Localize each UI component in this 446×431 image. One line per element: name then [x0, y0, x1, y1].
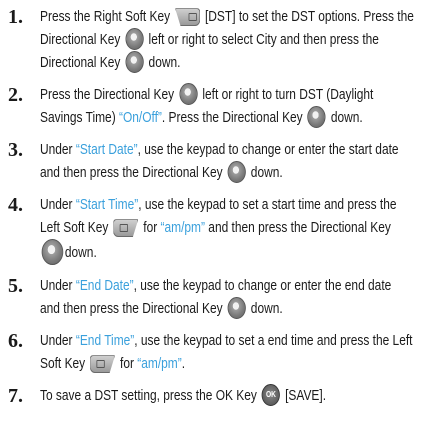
step-text-line: and then press the Directional Key down.	[40, 161, 374, 185]
directional-key-icon	[125, 28, 144, 51]
directional-key-icon	[227, 297, 246, 320]
highlighted-term: “Start Time”	[75, 197, 139, 213]
highlighted-term: “On/Off”	[118, 110, 162, 126]
step-text: [SAVE].	[281, 388, 327, 404]
step-text: for	[116, 356, 138, 372]
step-text-line: Savings Time) “On/Off”. Press the Direct…	[40, 106, 374, 130]
step-text: Press the Right Soft Key	[40, 9, 174, 25]
step-text: and then press the Directional Key	[204, 220, 391, 236]
step-text-line: Soft Key for “am/pm”.	[40, 353, 374, 376]
step-text: down.	[64, 244, 97, 261]
instruction-list: 1. Press the Right Soft Key [DST] to set …	[0, 6, 446, 408]
step-text: , use the keypad to set a start time and…	[138, 197, 397, 213]
step-text: left or right to select City and then pr…	[145, 32, 379, 48]
step-text-line: Under “Start Date”, use the keypad to ch…	[40, 139, 399, 162]
left-soft-key-icon	[90, 355, 116, 374]
step-text: Savings Time)	[40, 110, 119, 126]
step-text: . Press the Directional Key	[161, 110, 306, 126]
step-text-line: Directional Key left or right to select …	[40, 28, 379, 52]
step-text: Soft Key	[40, 356, 89, 372]
step-item: 2. Press the Directional Key left or righ…	[0, 83, 446, 130]
highlighted-term: “End Date”	[75, 278, 134, 294]
step-text: down.	[145, 55, 181, 71]
step-number: 5.	[8, 275, 23, 297]
directional-key-icon	[227, 161, 246, 184]
step-item: 1. Press the Right Soft Key [DST] to set …	[0, 6, 446, 75]
step-number: 3.	[8, 139, 23, 161]
directional-key-icon-large	[41, 239, 64, 265]
step-text-line: down.	[40, 239, 374, 266]
step-text: and then press the Directional Key	[40, 301, 226, 317]
step-text-line: and then press the Directional Key down.	[40, 297, 374, 321]
step-text: Left Soft Key	[40, 220, 112, 236]
step-item: 6. Under “End Time”, use the keypad to se…	[0, 330, 446, 376]
step-text-line: Press the Directional Key left or right …	[40, 83, 374, 107]
step-text: Directional Key	[40, 55, 124, 71]
step-text: and then press the Directional Key	[40, 165, 226, 181]
directional-key-icon	[307, 106, 326, 129]
step-item: 5. Under “End Date”, use the keypad to ch…	[0, 275, 446, 321]
step-text: , use the keypad to change or enter the …	[133, 278, 392, 294]
highlighted-term: “am/pm”	[160, 220, 205, 236]
step-text-line: Under “Start Time”, use the keypad to se…	[40, 194, 397, 217]
step-text-line: Under “End Date”, use the keypad to chan…	[40, 275, 391, 298]
step-text: To save a DST setting, press the OK Key	[40, 388, 261, 404]
step-text: Under	[40, 333, 76, 349]
step-text: , use the keypad to change or enter the …	[137, 142, 399, 158]
right-soft-key-icon	[175, 8, 201, 27]
step-text: Under	[40, 278, 76, 294]
step-number: 1.	[8, 6, 23, 28]
left-soft-key-icon	[113, 219, 139, 238]
step-text: down.	[247, 301, 283, 317]
step-text: , use the keypad to set a end time and p…	[134, 333, 413, 349]
step-text: Under	[40, 197, 76, 213]
step-item: 3. Under “Start Date”, use the keypad to …	[0, 139, 446, 185]
step-text: .	[181, 356, 186, 372]
directional-key-icon	[125, 51, 144, 74]
step-text-line: Press the Right Soft Key [DST] to set th…	[40, 6, 414, 29]
highlighted-term: “am/pm”	[137, 356, 182, 372]
step-text: Press the Directional Key	[40, 87, 178, 103]
step-item: 7. To save a DST setting, press the OK Ke…	[0, 384, 446, 408]
step-item: 4. Under “Start Time”, use the keypad to …	[0, 194, 446, 266]
step-text: Directional Key	[40, 32, 124, 48]
step-text: [DST] to set the DST options. Press the	[201, 9, 414, 25]
step-number: 7.	[8, 385, 23, 407]
step-number: 2.	[8, 84, 23, 106]
step-text: for	[139, 220, 161, 236]
step-text-line: To save a DST setting, press the OK Key …	[40, 384, 374, 408]
step-number: 6.	[8, 330, 23, 352]
highlighted-term: “Start Date”	[75, 142, 138, 158]
step-text: down.	[247, 165, 283, 181]
ok-key-icon: OK	[261, 384, 281, 407]
step-text: Under	[40, 142, 76, 158]
step-text-line: Directional Key down.	[40, 51, 374, 75]
step-number: 4.	[8, 194, 23, 216]
step-text-line: Under “End Time”, use the keypad to set …	[40, 330, 412, 353]
step-text: left or right to turn DST (Daylight	[199, 87, 374, 103]
step-text-line: Left Soft Key for “am/pm” and then press…	[40, 217, 391, 240]
highlighted-term: “End Time”	[75, 333, 135, 349]
step-text: down.	[327, 110, 363, 126]
directional-key-icon	[179, 83, 198, 106]
